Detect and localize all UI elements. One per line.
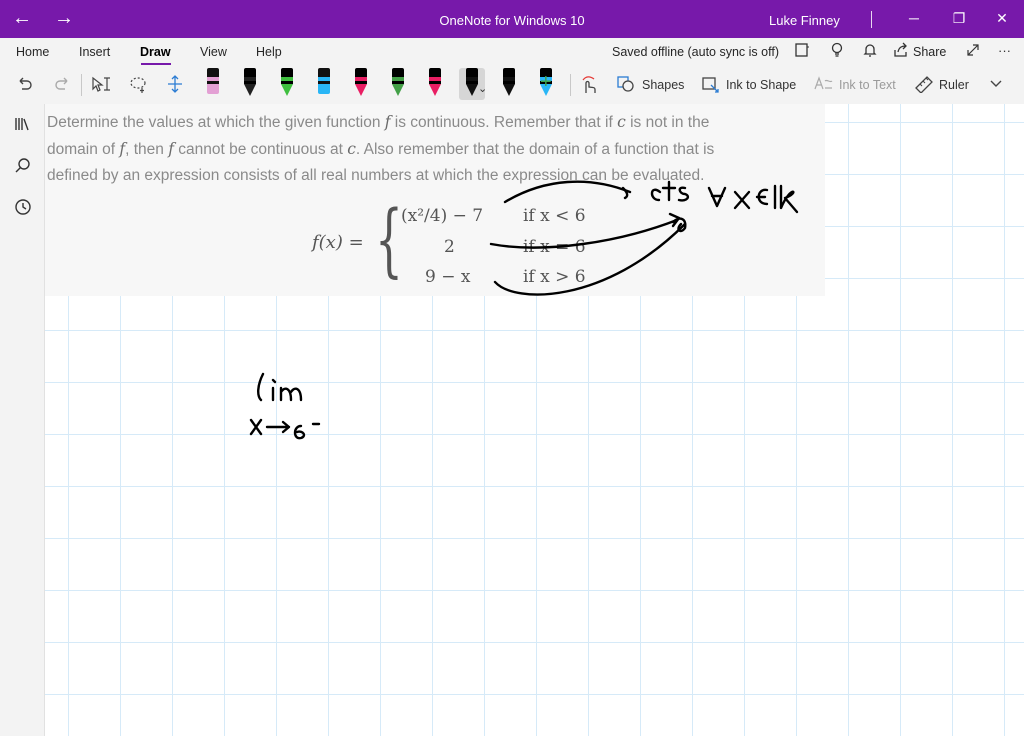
active-tab-indicator xyxy=(141,63,171,65)
user-name[interactable]: Luke Finney xyxy=(769,13,840,28)
formula-brace: { xyxy=(375,193,403,286)
note-canvas[interactable]: Determine the values at which the given … xyxy=(45,104,1024,736)
close-icon[interactable]: ✕ xyxy=(992,10,1012,27)
search-icon[interactable] xyxy=(14,157,32,180)
shapes-icon[interactable] xyxy=(616,75,636,98)
pen-8[interactable]: ⌄ xyxy=(459,68,487,100)
notebook-icon[interactable] xyxy=(794,42,810,62)
toolbar-separator xyxy=(81,74,82,96)
tab-draw[interactable]: Draw xyxy=(140,45,171,59)
recent-clock-icon[interactable] xyxy=(14,198,32,221)
minimize-icon[interactable]: ─ xyxy=(904,10,924,26)
highlighter-1[interactable] xyxy=(204,68,222,100)
more-options-icon[interactable]: ··· xyxy=(998,43,1011,58)
type-select-icon[interactable] xyxy=(91,75,111,98)
pen-options-chevron-icon[interactable]: ⌄ xyxy=(478,82,487,95)
shapes-button[interactable]: Shapes xyxy=(642,78,684,92)
pen-9[interactable] xyxy=(500,68,518,100)
ink-to-shape-button[interactable]: Ink to Shape xyxy=(726,78,796,92)
piecewise-formula: f(x) = { (x²/4) − 7 if x < 6 2 if x = 6 … xyxy=(307,200,647,294)
ribbon-tabs: Home Insert Draw View Help Saved offline… xyxy=(0,38,1024,66)
lasso-select-icon[interactable] xyxy=(129,75,149,98)
ruler-button[interactable]: Ruler xyxy=(939,78,969,92)
lightbulb-icon[interactable] xyxy=(829,42,845,62)
case-cond-3: if x > 6 xyxy=(523,267,586,287)
notebooks-icon[interactable] xyxy=(14,116,32,137)
pen-6[interactable] xyxy=(389,68,407,100)
undo-icon[interactable] xyxy=(16,75,34,98)
share-button[interactable]: Share xyxy=(913,45,946,59)
title-bar: ← → OneNote for Windows 10 Luke Finney ─… xyxy=(0,0,1024,38)
toolbar-separator xyxy=(570,74,571,96)
tab-view[interactable]: View xyxy=(200,45,227,59)
highlighter-4[interactable] xyxy=(315,68,333,100)
add-space-icon[interactable] xyxy=(166,75,184,98)
formula-lhs: f(x) = xyxy=(312,232,364,253)
case-expr-2: 2 xyxy=(444,237,455,257)
restore-icon[interactable]: ❐ xyxy=(949,10,969,27)
ruler-icon[interactable] xyxy=(914,75,934,98)
case-cond-1: if x < 6 xyxy=(523,206,586,226)
case-expr-3: 9 − x xyxy=(425,267,471,287)
sync-status: Saved offline (auto sync is off) xyxy=(612,45,779,59)
pen-5[interactable] xyxy=(352,68,370,100)
pen-3[interactable] xyxy=(278,68,296,100)
ink-text-lim xyxy=(257,372,265,402)
tab-help[interactable]: Help xyxy=(256,45,282,59)
ink-to-shape-icon[interactable] xyxy=(701,75,721,98)
pasted-problem-image: Determine the values at which the given … xyxy=(45,104,825,296)
redo-icon[interactable] xyxy=(53,75,71,98)
chevron-down-icon[interactable] xyxy=(989,77,1003,95)
add-pen-icon[interactable]: + xyxy=(540,71,552,94)
share-icon[interactable] xyxy=(893,42,909,62)
navigation-rail xyxy=(0,104,45,736)
draw-toolbar: ⌄ + Shapes Ink to Shape Ink to Text Rule… xyxy=(0,66,1024,105)
touch-draw-icon[interactable] xyxy=(580,75,598,100)
pen-2[interactable] xyxy=(241,68,259,100)
ink-to-text-icon[interactable] xyxy=(813,75,833,98)
title-separator xyxy=(871,11,872,28)
expand-icon[interactable] xyxy=(965,42,981,62)
ink-to-text-button: Ink to Text xyxy=(839,78,896,92)
bell-icon[interactable] xyxy=(862,42,878,62)
tab-insert[interactable]: Insert xyxy=(79,45,110,59)
problem-statement: Determine the values at which the given … xyxy=(47,113,715,184)
case-expr-1: (x²/4) − 7 xyxy=(401,206,484,226)
case-cond-2: if x = 6 xyxy=(523,237,586,257)
tab-home[interactable]: Home xyxy=(16,45,49,59)
pen-7[interactable] xyxy=(426,68,444,100)
